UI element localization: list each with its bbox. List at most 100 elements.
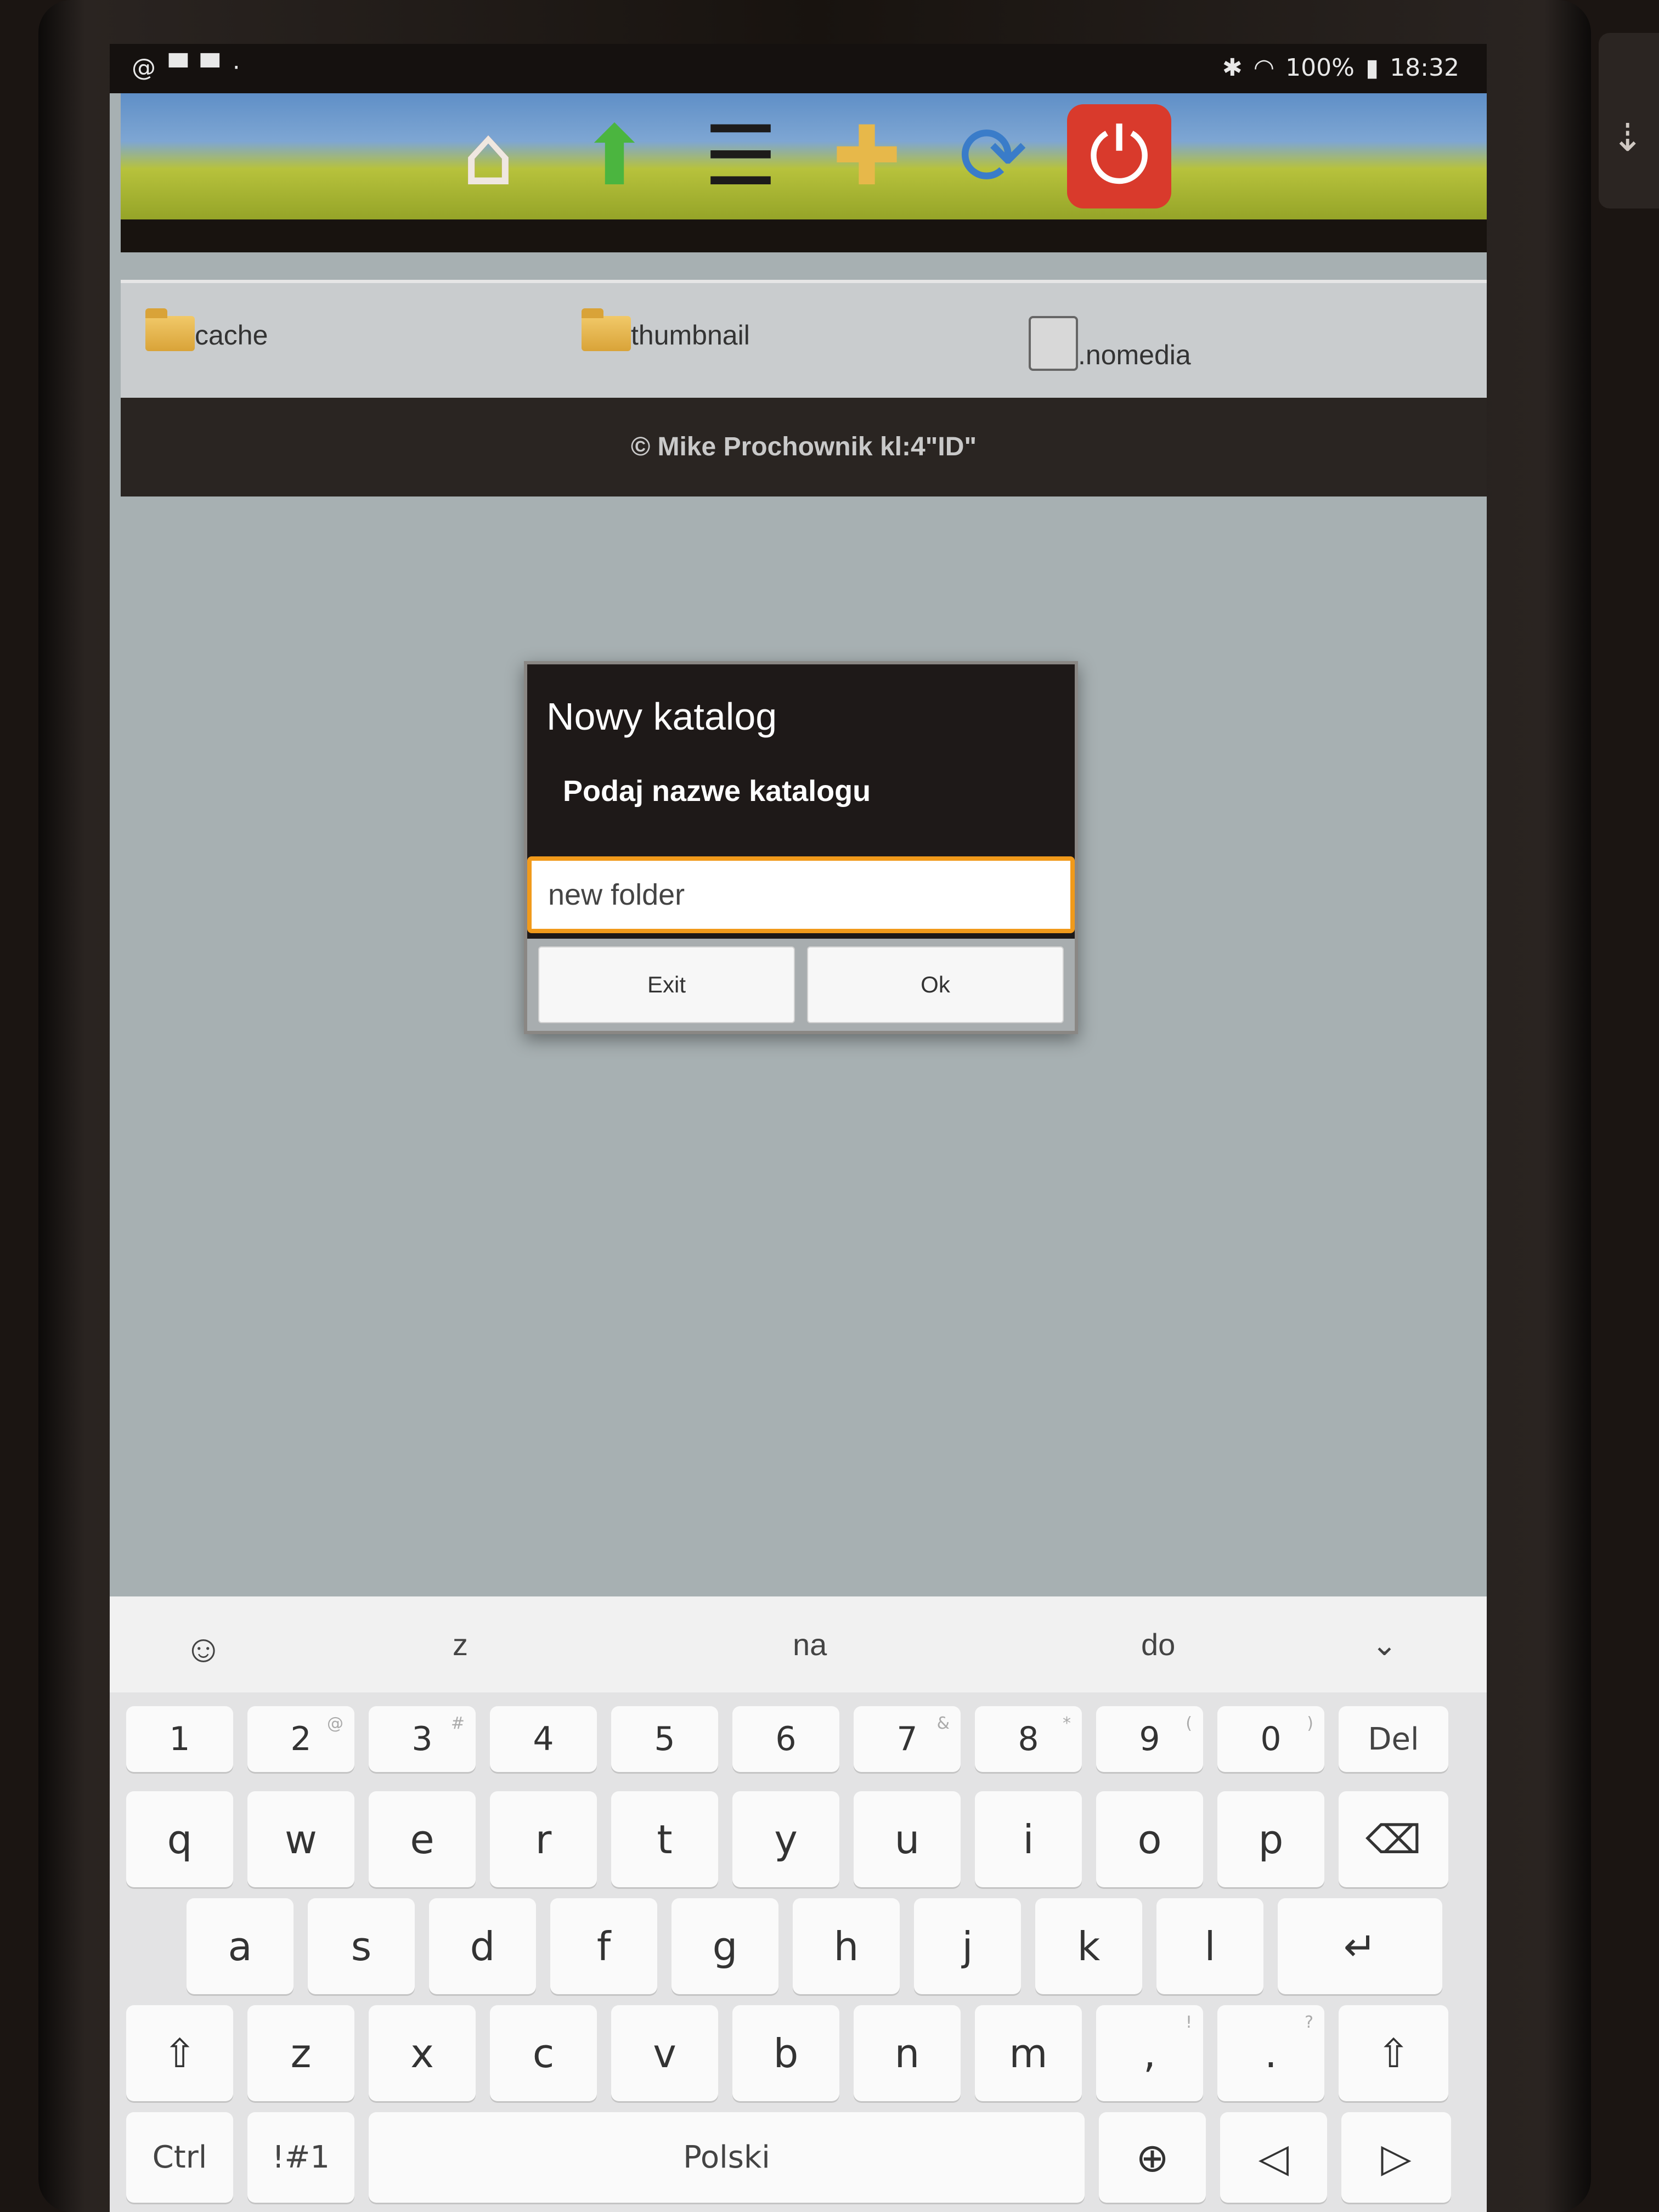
status-bar: @ ▀ ▀ · ✱ ◠ 100% ▮ 18:32 (110, 44, 1487, 93)
key-label: d (470, 1923, 495, 1970)
key-f[interactable]: f (550, 1898, 657, 1994)
key-r[interactable]: r (490, 1791, 597, 1887)
key-k[interactable]: k (1035, 1898, 1142, 1994)
key-o[interactable]: o (1096, 1791, 1203, 1887)
key-label: v (653, 2030, 676, 2076)
dialog-title: Nowy katalog (546, 695, 777, 738)
key-3[interactable]: 3 # (369, 1706, 476, 1772)
key-p[interactable]: p (1217, 1791, 1324, 1887)
key-hint: ( (1186, 1714, 1192, 1733)
suggestion-item[interactable]: do (1141, 1627, 1175, 1662)
key-label: t (657, 1816, 673, 1863)
side-hardware-key: ⇣ (1599, 33, 1659, 208)
enter-icon[interactable]: ↵ (1278, 1898, 1442, 1994)
key-label: Del (1368, 1721, 1419, 1757)
key-j[interactable]: j (914, 1898, 1021, 1994)
key-6[interactable]: 6 (732, 1706, 839, 1772)
key-label: Polski (683, 2140, 770, 2175)
suggestion-item[interactable]: z (453, 1627, 468, 1662)
cursor-left-icon[interactable]: ◁ (1220, 2112, 1327, 2203)
key-5[interactable]: 5 (611, 1706, 718, 1772)
globe-icon[interactable]: ⊕ (1099, 2112, 1206, 2203)
key-hint: @ (327, 1714, 343, 1733)
key-h[interactable]: h (793, 1898, 900, 1994)
key-b[interactable]: b (732, 2005, 839, 2101)
clock: 18:32 (1390, 54, 1459, 82)
key-l[interactable]: l (1156, 1898, 1263, 1994)
del-key[interactable]: Del (1339, 1706, 1448, 1772)
sliders-icon[interactable]: ☰ (689, 104, 793, 208)
ok-button[interactable]: Ok (807, 946, 1064, 1023)
power-icon[interactable]: ⏻ (1067, 104, 1171, 208)
key-label: a (228, 1923, 252, 1970)
shift-right-icon[interactable]: ⇧ (1339, 2005, 1448, 2101)
key-0[interactable]: 0) (1217, 1706, 1324, 1772)
key-hint: # (450, 1714, 465, 1733)
period-key[interactable]: .? (1217, 2005, 1324, 2101)
key-label: w (285, 1816, 317, 1863)
key-e[interactable]: e (369, 1791, 476, 1887)
key-hint: * (1063, 1714, 1071, 1733)
up-arrow-icon[interactable]: ⬆ (562, 104, 667, 208)
key-label: y (774, 1816, 798, 1863)
key-label: 5 (654, 1720, 675, 1758)
file-name: .nomedia (1078, 340, 1191, 370)
key-v[interactable]: v (611, 2005, 718, 2101)
home-icon[interactable]: ⌂ (436, 104, 540, 208)
list-item[interactable]: .nomedia (1029, 316, 1191, 371)
key-4[interactable]: 4 (490, 1706, 597, 1772)
key-w[interactable]: w (247, 1791, 354, 1887)
comma-key[interactable]: ,! (1096, 2005, 1203, 2101)
key-d[interactable]: d (429, 1898, 536, 1994)
key-2[interactable]: 2 @ (247, 1706, 354, 1772)
key-7[interactable]: 7 & (854, 1706, 961, 1772)
folder-icon (582, 308, 631, 351)
suggestion-bar: ☺ z na do ⌄ (110, 1596, 1487, 1692)
list-item[interactable]: thumbnail (582, 308, 750, 351)
key-hint: ) (1307, 1714, 1313, 1733)
key-s[interactable]: s (308, 1898, 415, 1994)
key-t[interactable]: t (611, 1791, 718, 1887)
dialog-buttons: Exit Ok (527, 939, 1075, 1031)
key-g[interactable]: g (672, 1898, 778, 1994)
file-name: thumbnail (631, 320, 750, 351)
key-n[interactable]: n (854, 2005, 961, 2101)
symbols-key[interactable]: !#1 (247, 2112, 354, 2203)
suggestion-item[interactable]: na (793, 1627, 827, 1662)
key-a[interactable]: a (187, 1898, 294, 1994)
key-label: k (1077, 1923, 1101, 1970)
list-item[interactable]: cache (145, 308, 268, 351)
shift-left-icon[interactable]: ⇧ (126, 2005, 233, 2101)
folder-name-input[interactable] (527, 856, 1075, 933)
key-x[interactable]: x (369, 2005, 476, 2101)
key-9[interactable]: 9( (1096, 1706, 1203, 1772)
exit-button[interactable]: Exit (538, 946, 795, 1023)
key-label: f (596, 1923, 611, 1970)
new-folder-icon[interactable]: ✚ (815, 104, 919, 208)
emoji-toggle-icon[interactable]: ☺ (184, 1627, 223, 1671)
key-label: b (773, 2030, 799, 2076)
key-i[interactable]: i (975, 1791, 1082, 1887)
refresh-icon[interactable]: ⟳ (941, 104, 1045, 208)
chevron-down-icon[interactable]: ⌄ (1372, 1627, 1397, 1663)
key-c[interactable]: c (490, 2005, 597, 2101)
key-q[interactable]: q (126, 1791, 233, 1887)
key-label: 0 (1260, 1720, 1282, 1758)
backspace-icon[interactable]: ⌫ (1339, 1791, 1448, 1887)
space-key[interactable]: Polski (369, 2112, 1085, 2203)
key-label: g (712, 1923, 738, 1970)
key-y[interactable]: y (732, 1791, 839, 1887)
ctrl-key[interactable]: Ctrl (126, 2112, 233, 2203)
key-m[interactable]: m (975, 2005, 1082, 2101)
message-icon: ▀ (169, 54, 188, 82)
key-label: 6 (775, 1720, 797, 1758)
key-u[interactable]: u (854, 1791, 961, 1887)
chat-icon: ▀ (200, 54, 219, 82)
key-label: c (532, 2030, 555, 2076)
system-status: ✱ ◠ 100% ▮ 18:32 (1222, 54, 1459, 82)
key-z[interactable]: z (247, 2005, 354, 2101)
cursor-right-icon[interactable]: ▷ (1341, 2112, 1451, 2203)
key-1[interactable]: 1 (126, 1706, 233, 1772)
key-8[interactable]: 8 * (975, 1706, 1082, 1772)
key-label: i (1023, 1816, 1034, 1863)
